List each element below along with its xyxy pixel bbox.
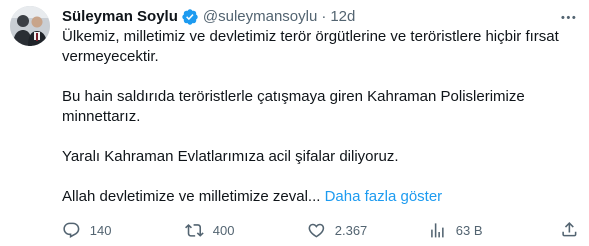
like-count: 2.367 (334, 222, 368, 238)
more-options-icon[interactable] (557, 6, 579, 28)
view-count: 63 B (455, 222, 483, 238)
tweet-card[interactable]: Süleyman Soylu @suleymansoylu · 12d Ülke… (0, 0, 589, 246)
like-icon (308, 223, 325, 238)
avatar[interactable] (10, 6, 50, 46)
truncated-text: Allah devletimize ve milletimize zeval..… (62, 188, 321, 205)
tweet-text: Ülkemiz, milletimiz ve devletimiz terör … (62, 27, 582, 207)
tweet-paragraph: Ülkemiz, milletimiz ve devletimiz terör … (62, 28, 559, 65)
avatar-image (10, 6, 50, 46)
reply-icon (63, 222, 80, 238)
reply-count: 140 (89, 222, 112, 238)
tweet-timestamp[interactable]: 12d (330, 7, 355, 27)
retweet-count: 400 (212, 222, 235, 238)
retweet-icon (185, 223, 204, 237)
tweet-paragraph: Yaralı Kahraman Evlatlarımıza acil şifal… (62, 148, 399, 165)
tweet-header: Süleyman Soylu @suleymansoylu · 12d (62, 6, 355, 28)
verified-badge-icon (181, 8, 199, 26)
views-icon (431, 222, 444, 238)
tweet-paragraph-truncated: Allah devletimize ve milletimize zeval..… (62, 187, 582, 207)
reply-button[interactable]: 140 (62, 220, 111, 240)
author-handle[interactable]: @suleymansoylu (203, 7, 317, 27)
share-button[interactable] (560, 220, 579, 239)
show-more-link[interactable]: Daha fazla göster (325, 188, 443, 205)
header-separator: · (321, 8, 327, 25)
tweet-paragraph: Bu hain saldırıda teröristlerle çatışmay… (62, 88, 525, 125)
views-button[interactable]: 63 B (428, 220, 483, 240)
share-icon (562, 222, 577, 237)
like-button[interactable]: 2.367 (307, 220, 367, 240)
display-name[interactable]: Süleyman Soylu (62, 7, 178, 27)
retweet-button[interactable]: 400 (185, 220, 234, 240)
